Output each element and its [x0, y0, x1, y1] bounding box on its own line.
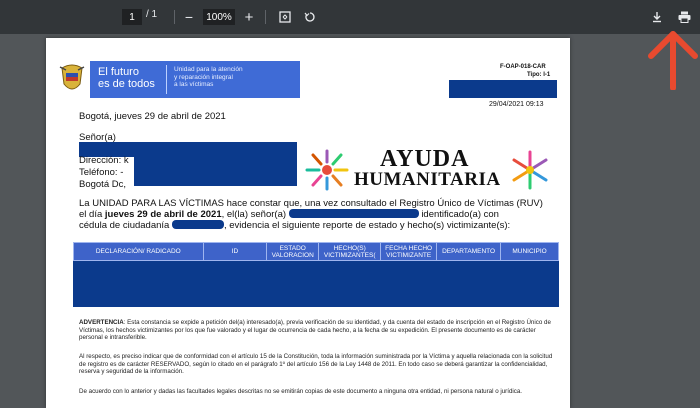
- government-logo: El futuro es de todos Unidad para la ate…: [54, 61, 304, 98]
- page-number-input[interactable]: 1: [122, 9, 142, 25]
- paragraph-fragment: cédula de ciudadanía: [79, 220, 170, 231]
- redacted-name-inline: [288, 209, 419, 218]
- phone-line: Teléfono: -: [79, 167, 124, 178]
- unit-line: y reparación integral: [174, 73, 233, 81]
- brand-slogan: El futuro es de todos: [98, 66, 155, 90]
- letter-date: Bogotá, jueves 29 de abril de 2021: [79, 111, 226, 122]
- paragraph-date-bold: jueves 29 de abril de 2021: [104, 209, 222, 220]
- acuerdo-note: De acuerdo con lo anterior y dadas las f…: [79, 388, 523, 395]
- star-figures-icon: [512, 150, 548, 190]
- table-header-row: DECLARACIÓN/ RADICADO ID ESTADO VALORACI…: [73, 242, 559, 261]
- pdf-page: El futuro es de todos Unidad para la ate…: [46, 38, 570, 408]
- unit-line: Unidad para la atención: [174, 66, 243, 73]
- respecto-note: Al respecto, es preciso indicar que de c…: [79, 353, 553, 376]
- rotate-icon: [304, 12, 315, 22]
- ayuda-humanitaria-logo: AYUDA HUMANITARIA: [304, 146, 554, 196]
- red-arrow-annotation: [648, 31, 698, 90]
- page-count: / 1: [146, 9, 158, 20]
- paragraph-fragment: , evidencia el siguiente reporte de esta…: [223, 220, 511, 231]
- colombia-coat-of-arms-icon: [59, 64, 85, 90]
- paragraph-line: cédula de ciudadanía , evidencia el sigu…: [79, 220, 510, 231]
- advertencia-text: : Esta constancia se expide a petición d…: [79, 319, 551, 342]
- print-icon: [678, 11, 690, 23]
- paragraph-line: el día jueves 29 de abril de 2021, el(la…: [79, 209, 499, 220]
- column-header: HECHO(S) VICTIMIZANTES(: [318, 242, 382, 261]
- minus-icon: −: [184, 9, 194, 25]
- advertencia-label: ADVERTENCIA: [79, 319, 124, 326]
- paragraph-fragment: identificado(a) con: [421, 209, 499, 220]
- toolbar-divider: [265, 10, 266, 24]
- unit-line: a las víctimas: [174, 81, 214, 88]
- zoom-out-button[interactable]: −: [180, 0, 198, 34]
- brand-banner: El futuro es de todos Unidad para la ate…: [90, 61, 300, 98]
- fit-to-page-icon: [279, 11, 291, 23]
- column-header: DEPARTAMENTO: [436, 242, 502, 261]
- unit-name: Unidad para la atención y reparación int…: [174, 66, 243, 89]
- column-header: DECLARACIÓN/ RADICADO: [73, 242, 204, 261]
- brand-line: es de todos: [98, 78, 155, 90]
- form-type: Tipo: I-1: [527, 72, 551, 78]
- fit-page-button[interactable]: [275, 0, 295, 34]
- column-header: ID: [202, 242, 268, 261]
- column-header: MUNICIPIO: [500, 242, 559, 261]
- column-header: FECHA HECHO VICTIMIZANTE: [380, 242, 438, 261]
- pdf-toolbar: 1 / 1 − 100% +: [0, 0, 700, 34]
- redacted-id-inline: [171, 220, 224, 229]
- zoom-in-button[interactable]: +: [240, 0, 258, 34]
- hands-icon: [305, 149, 349, 191]
- column-header: ESTADO VALORACION: [266, 242, 320, 261]
- toolbar-divider: [174, 10, 175, 24]
- paragraph-line: La UNIDAD PARA LAS VÍCTIMAS hace constar…: [79, 198, 543, 209]
- download-icon: [653, 12, 661, 23]
- brand-divider: [166, 65, 167, 94]
- paragraph-fragment: el día: [79, 209, 103, 220]
- redacted-address: [134, 156, 297, 186]
- rotate-button[interactable]: [300, 0, 320, 34]
- brand-line: El futuro: [98, 66, 139, 78]
- logo-title-line2: HUMANITARIA: [354, 169, 501, 190]
- city-line: Bogotá Dc,: [79, 179, 126, 190]
- registry-table: DECLARACIÓN/ RADICADO ID ESTADO VALORACI…: [73, 242, 559, 261]
- form-code: F-OAP-018-CAR: [500, 64, 546, 70]
- redacted-field: [449, 80, 557, 98]
- address-line: Dirección: k: [79, 155, 129, 166]
- zoom-input[interactable]: 100%: [203, 9, 235, 25]
- advertencia-note: ADVERTENCIA: Esta constancia se expide a…: [79, 319, 559, 342]
- plus-icon: +: [244, 8, 254, 26]
- paragraph-fragment: , el(la) señor(a): [221, 209, 287, 220]
- form-date: 29/04/2021 09:13: [489, 101, 544, 108]
- redacted-table-rows: [73, 261, 559, 307]
